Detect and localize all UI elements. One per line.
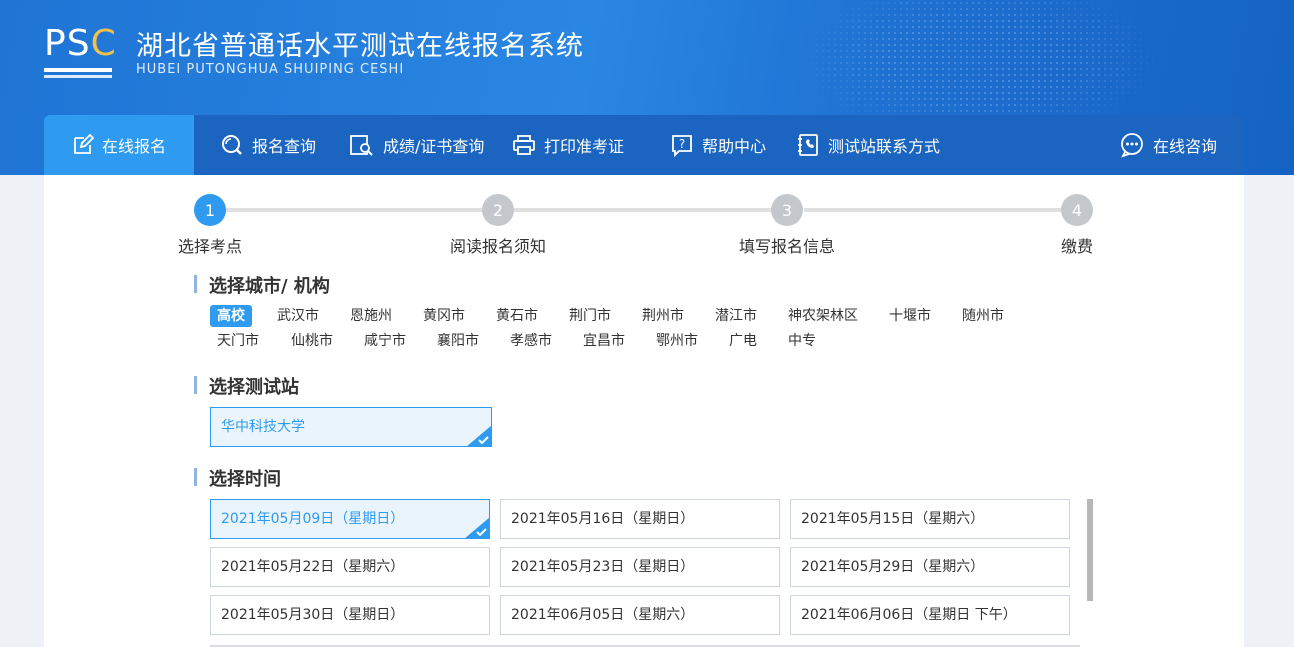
city-option[interactable]: 鄂州市 [649, 330, 705, 352]
time-option-label: 2021年05月29日（星期六） [801, 559, 985, 575]
city-option[interactable]: 咸宁市 [357, 330, 413, 352]
time-option[interactable]: 2021年05月09日（星期日） [210, 499, 490, 539]
city-option[interactable]: 仙桃市 [284, 330, 340, 352]
nav-print-admission-ticket[interactable]: 打印准考证 [512, 115, 624, 175]
time-option-label: 2021年05月15日（星期六） [801, 511, 985, 527]
city-option[interactable]: 潜江市 [708, 305, 764, 327]
city-option[interactable]: 随州市 [955, 305, 1011, 327]
time-option-label: 2021年06月06日（星期日 下午） [801, 607, 1017, 623]
checkmark-icon [467, 425, 491, 446]
time-option[interactable]: 2021年06月05日（星期六） [500, 595, 780, 635]
nav-station-contacts[interactable]: 测试站联系方式 [796, 115, 940, 175]
step-connector [804, 208, 1068, 212]
city-option[interactable]: 中专 [781, 330, 823, 352]
city-option[interactable]: 襄阳市 [430, 330, 486, 352]
nav-label: 测试站联系方式 [828, 137, 941, 156]
time-option[interactable]: 2021年06月06日（星期日 下午） [790, 595, 1070, 635]
step-2-circle: 2 [482, 194, 514, 226]
edit-icon [74, 134, 94, 154]
nav-label: 打印准考证 [544, 137, 625, 156]
time-option-label: 2021年06月05日（星期六） [511, 607, 695, 623]
nav-label: 成绩/证书查询 [383, 137, 485, 156]
city-option[interactable]: 高校 [210, 305, 252, 327]
main-nav: 在线报名 报名查询 成绩/证书查询 打印准考证 ? 帮助中心 测试站联系方式 在… [44, 115, 1244, 175]
city-option[interactable]: 宜昌市 [576, 330, 632, 352]
psc-logo: PSC [44, 24, 116, 78]
city-option[interactable]: 荆州市 [635, 305, 691, 327]
step-connector [514, 208, 778, 212]
step-1-circle: 1 [194, 194, 226, 226]
time-option[interactable]: 2021年05月30日（星期日） [210, 595, 490, 635]
station-option[interactable]: 华中科技大学 [210, 407, 492, 447]
time-option[interactable]: 2021年05月29日（星期六） [790, 547, 1070, 587]
time-list-scrollbar[interactable] [1087, 499, 1093, 601]
time-option-label: 2021年05月09日（星期日） [221, 511, 405, 527]
nav-label: 报名查询 [252, 137, 317, 156]
city-option[interactable]: 武汉市 [270, 305, 326, 327]
time-option[interactable]: 2021年05月15日（星期六） [790, 499, 1070, 539]
phone-book-icon [798, 134, 818, 156]
time-section-title: 选择时间 [194, 465, 281, 491]
step-4-circle: 4 [1061, 194, 1093, 226]
time-option-label: 2021年05月23日（星期日） [511, 559, 695, 575]
nav-label: 在线咨询 [1153, 137, 1218, 156]
nav-label: 帮助中心 [702, 137, 767, 156]
step-2-label: 阅读报名须知 [449, 237, 547, 256]
time-option[interactable]: 2021年05月22日（星期六） [210, 547, 490, 587]
nav-online-consult[interactable]: 在线咨询 [1119, 115, 1217, 175]
nav-registration-query[interactable]: 报名查询 [220, 115, 316, 175]
time-option[interactable]: 2021年05月23日（星期日） [500, 547, 780, 587]
station-option-label: 华中科技大学 [221, 419, 305, 435]
nav-score-certificate-query[interactable]: 成绩/证书查询 [349, 115, 484, 175]
time-option-label: 2021年05月30日（星期日） [221, 607, 405, 623]
city-option[interactable]: 十堰市 [882, 305, 938, 327]
nav-help-center[interactable]: ? 帮助中心 [670, 115, 766, 175]
checkmark-icon [465, 517, 489, 538]
step-4-label: 缴费 [1060, 237, 1094, 256]
time-option-label: 2021年05月16日（星期日） [511, 511, 695, 527]
nav-online-registration[interactable]: 在线报名 [44, 115, 194, 175]
city-option[interactable]: 神农架林区 [781, 305, 865, 327]
site-title: 湖北省普通话水平测试在线报名系统 [136, 31, 584, 62]
city-section-title: 选择城市/ 机构 [194, 272, 330, 298]
site-subtitle: HUBEI PUTONGHUA SHUIPING CESHI [136, 62, 405, 77]
step-1-label: 选择考点 [177, 237, 243, 256]
city-option[interactable]: 孝感市 [503, 330, 559, 352]
chat-icon [1121, 133, 1143, 158]
step-connector [226, 208, 496, 212]
station-section-title: 选择测试站 [194, 373, 299, 399]
nav-label: 在线报名 [101, 137, 166, 156]
city-option[interactable]: 黄石市 [489, 305, 545, 327]
time-option-label: 2021年05月22日（星期六） [221, 559, 405, 575]
step-3-circle: 3 [771, 194, 803, 226]
header-banner: PSC 湖北省普通话水平测试在线报名系统 HUBEI PUTONGHUA SHU… [0, 0, 1294, 175]
progress-steps: 1 2 3 4 选择考点 阅读报名须知 填写报名信息 缴费 [44, 175, 1244, 265]
city-option[interactable]: 广电 [722, 330, 764, 352]
registration-panel: 1 2 3 4 选择考点 阅读报名须知 填写报名信息 缴费 选择城市/ 机构 高… [44, 175, 1244, 647]
city-option[interactable]: 荆门市 [562, 305, 618, 327]
svg-text:?: ? [679, 137, 685, 151]
city-option[interactable]: 黄冈市 [416, 305, 472, 327]
step-3-label: 填写报名信息 [738, 237, 836, 256]
city-option[interactable]: 天门市 [210, 330, 266, 352]
search-circle-icon [222, 135, 242, 155]
time-option[interactable]: 2021年05月16日（星期日） [500, 499, 780, 539]
printer-icon [513, 135, 535, 155]
help-icon: ? [672, 135, 692, 157]
document-search-icon [350, 135, 373, 156]
city-option[interactable]: 恩施州 [343, 305, 399, 327]
